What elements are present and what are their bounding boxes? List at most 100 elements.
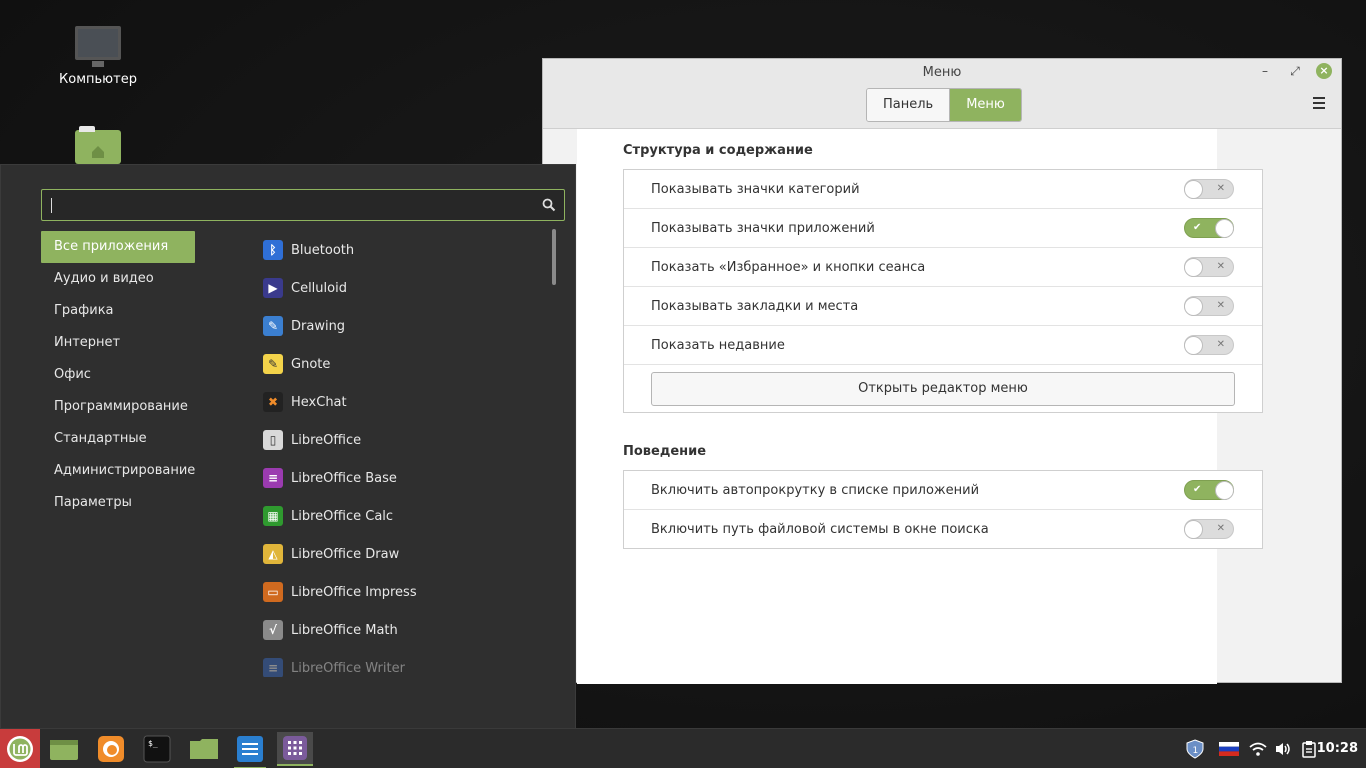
app-item[interactable]: ✎ Drawing xyxy=(263,307,543,345)
settings-group-behavior: Включить автопрокрутку в списке приложен… xyxy=(623,470,1263,549)
terminal-icon: $_ xyxy=(143,735,171,763)
minimize-button[interactable]: – xyxy=(1257,63,1273,79)
desktop-icon-computer[interactable]: Компьютер xyxy=(50,26,146,87)
svg-text:$_: $_ xyxy=(148,739,158,748)
setting-label: Показать «Избранное» и кнопки сеанса xyxy=(651,260,926,275)
app-item[interactable]: ≡ LibreOffice Writer xyxy=(263,649,543,677)
category-list: Все приложения Аудио и видео Графика Инт… xyxy=(41,231,195,519)
category-graphics[interactable]: Графика xyxy=(41,295,195,327)
setting-label: Включить путь файловой системы в окне по… xyxy=(651,522,989,537)
toggle-switch[interactable]: ✕ xyxy=(1184,179,1234,199)
check-icon: ✔ xyxy=(1193,484,1202,495)
libreoffice-impress-icon: ▭ xyxy=(263,582,283,602)
app-label: LibreOffice Calc xyxy=(291,508,394,524)
toggle-switch[interactable]: ✕ xyxy=(1184,335,1234,355)
setting-row: Показывать значки приложений ✔ xyxy=(624,209,1262,248)
app-item[interactable]: ᛒ Bluetooth xyxy=(263,231,543,269)
keyboard-layout-tray[interactable] xyxy=(1218,729,1240,768)
setting-row: Показывать значки категорий ✕ xyxy=(624,170,1262,209)
category-office[interactable]: Офис xyxy=(41,359,195,391)
x-icon: ✕ xyxy=(1216,339,1225,350)
app-label: LibreOffice Impress xyxy=(291,584,417,600)
shield-update-icon: 1 xyxy=(1186,739,1204,759)
search-icon[interactable] xyxy=(542,198,556,212)
category-internet[interactable]: Интернет xyxy=(41,327,195,359)
files-launcher[interactable] xyxy=(46,732,82,766)
app-item[interactable]: √ LibreOffice Math xyxy=(263,611,543,649)
celluloid-icon: ▶ xyxy=(263,278,283,298)
setting-label: Показывать значки категорий xyxy=(651,182,860,197)
app-label: LibreOffice Writer xyxy=(291,660,405,676)
app-item[interactable]: ≡ LibreOffice Base xyxy=(263,459,543,497)
x-icon: ✕ xyxy=(1216,523,1225,534)
close-button[interactable]: × xyxy=(1316,63,1332,79)
category-administration[interactable]: Администрирование xyxy=(41,455,195,487)
setting-label: Показывать закладки и места xyxy=(651,299,859,314)
app-grid-launcher[interactable] xyxy=(277,732,313,766)
app-item[interactable]: ◭ LibreOffice Draw xyxy=(263,535,543,573)
category-accessories[interactable]: Стандартные xyxy=(41,423,195,455)
wifi-icon xyxy=(1249,742,1267,756)
taskbar: $_ 1 10:28 xyxy=(0,728,1366,768)
toggle-switch[interactable]: ✕ xyxy=(1184,519,1234,539)
setting-row: Показать «Избранное» и кнопки сеанса ✕ xyxy=(624,248,1262,287)
app-item[interactable]: ▶ Celluloid xyxy=(263,269,543,307)
setting-label: Включить автопрокрутку в списке приложен… xyxy=(651,483,980,498)
editor-button-row: Открыть редактор меню xyxy=(624,365,1262,413)
tab-menu[interactable]: Меню xyxy=(950,89,1021,121)
app-label: LibreOffice Draw xyxy=(291,546,400,562)
app-item[interactable]: ✎ Gnote xyxy=(263,345,543,383)
hamburger-menu-icon[interactable] xyxy=(1313,97,1325,109)
app-item[interactable]: ✖ HexChat xyxy=(263,383,543,421)
setting-label: Показать недавние xyxy=(651,338,785,353)
maximize-button[interactable]: ⤢ xyxy=(1287,63,1303,79)
category-preferences[interactable]: Параметры xyxy=(41,487,195,519)
toggle-switch[interactable]: ✕ xyxy=(1184,257,1234,277)
bluetooth-icon: ᛒ xyxy=(263,240,283,260)
app-list-scrollbar[interactable] xyxy=(552,229,556,285)
app-label: Celluloid xyxy=(291,280,347,296)
category-audio-video[interactable]: Аудио и видео xyxy=(41,263,195,295)
tab-panel[interactable]: Панель xyxy=(867,89,951,121)
app-item[interactable]: ▯ LibreOffice xyxy=(263,421,543,459)
mint-menu-button[interactable] xyxy=(0,729,40,768)
app-label: HexChat xyxy=(291,394,347,410)
x-icon: ✕ xyxy=(1216,300,1225,311)
russian-flag-icon xyxy=(1219,742,1239,756)
firefox-icon xyxy=(98,736,124,762)
app-label: LibreOffice Base xyxy=(291,470,397,486)
toggle-switch[interactable]: ✔ xyxy=(1184,218,1234,238)
category-all-apps[interactable]: Все приложения xyxy=(41,231,195,263)
folder-launcher[interactable] xyxy=(186,732,222,766)
drawing-icon: ✎ xyxy=(263,316,283,336)
open-menu-editor-button[interactable]: Открыть редактор меню xyxy=(651,372,1235,406)
search-input[interactable] xyxy=(41,189,565,221)
network-tray[interactable] xyxy=(1248,729,1268,768)
setting-label: Показывать значки приложений xyxy=(651,221,875,236)
desktop-icon-label: Компьютер xyxy=(59,72,137,87)
text-editor-icon xyxy=(237,736,263,762)
text-editor-launcher[interactable] xyxy=(232,732,268,768)
app-item[interactable]: ▦ LibreOffice Calc xyxy=(263,497,543,535)
category-programming[interactable]: Программирование xyxy=(41,391,195,423)
app-item[interactable]: ▭ LibreOffice Impress xyxy=(263,573,543,611)
sound-tray[interactable] xyxy=(1273,729,1293,768)
window-titlebar[interactable]: Меню – ⤢ × Панель Меню xyxy=(543,59,1341,129)
update-manager-tray[interactable]: 1 xyxy=(1184,729,1206,768)
libreoffice-math-icon: √ xyxy=(263,620,283,640)
firefox-launcher[interactable] xyxy=(93,732,129,766)
files-icon xyxy=(50,740,78,760)
terminal-launcher[interactable]: $_ xyxy=(139,732,175,766)
x-icon: ✕ xyxy=(1216,261,1225,272)
window-title: Меню xyxy=(922,65,962,80)
hexchat-icon: ✖ xyxy=(263,392,283,412)
clock[interactable]: 10:28 xyxy=(1317,729,1358,768)
section-title-behavior: Поведение xyxy=(623,444,707,459)
toggle-switch[interactable]: ✔ xyxy=(1184,480,1234,500)
x-icon: ✕ xyxy=(1216,183,1225,194)
libreoffice-draw-icon: ◭ xyxy=(263,544,283,564)
setting-row: Включить автопрокрутку в списке приложен… xyxy=(624,471,1262,510)
home-folder-icon xyxy=(75,126,121,164)
toggle-switch[interactable]: ✕ xyxy=(1184,296,1234,316)
setting-row: Включить путь файловой системы в окне по… xyxy=(624,510,1262,549)
